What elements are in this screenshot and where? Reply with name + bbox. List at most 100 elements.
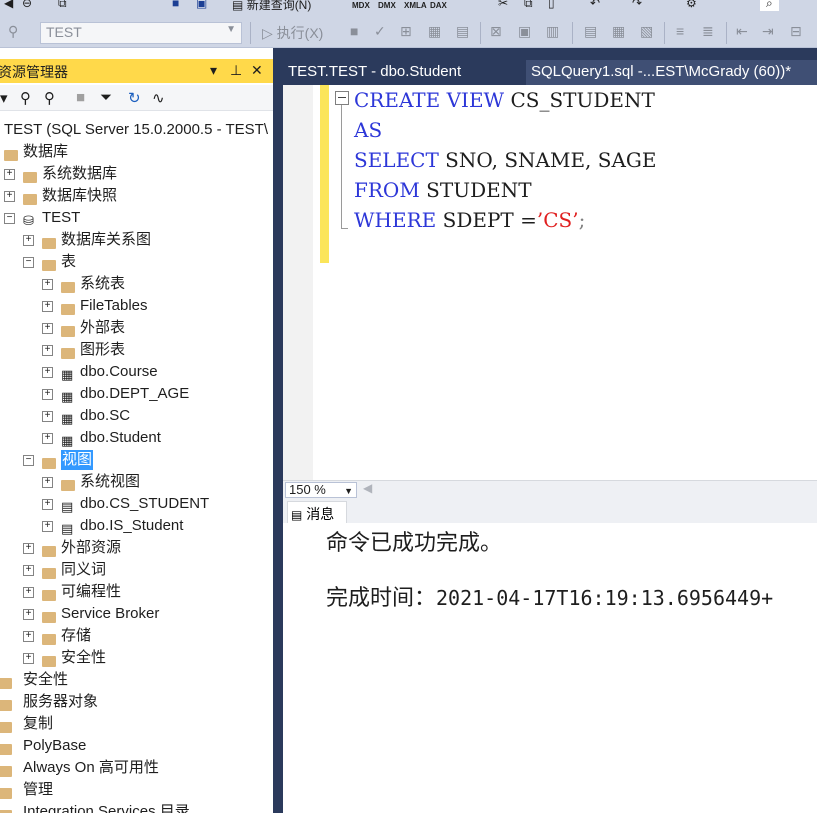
new-query-button[interactable]: ▤ 新建查询(N) — [232, 0, 311, 13]
tree-node[interactable]: + 可编程性 — [0, 582, 273, 604]
scroll-left-icon[interactable]: ◀ — [363, 481, 372, 495]
tree-node[interactable]: + Service Broker — [0, 604, 273, 626]
paste-icon[interactable]: ▯ — [548, 0, 555, 10]
tree-node[interactable]: 复制 — [0, 714, 273, 736]
tree-node[interactable]: − 视图 — [0, 450, 273, 472]
tree-node[interactable]: 管理 — [0, 780, 273, 802]
tree-node[interactable]: + ▦ dbo.Student — [0, 428, 273, 450]
tree-node[interactable]: + ▦ dbo.SC — [0, 406, 273, 428]
tree-node[interactable]: + ▦ dbo.Course — [0, 362, 273, 384]
expand-icon[interactable]: + — [23, 609, 34, 620]
tree-node[interactable]: 安全性 — [0, 670, 273, 692]
tree-node[interactable]: + FileTables — [0, 296, 273, 318]
tree-node[interactable]: TEST (SQL Server 15.0.2000.5 - TEST\ — [0, 120, 273, 142]
expand-icon[interactable]: + — [42, 411, 53, 422]
tree-node[interactable]: Integration Services 目录 — [0, 802, 273, 813]
stop-icon[interactable]: ■ — [350, 23, 358, 39]
uncomment-icon[interactable]: ≣ — [702, 23, 714, 40]
debug-icon[interactable]: ⚙ — [686, 0, 697, 10]
tree-node[interactable]: + 安全性 — [0, 648, 273, 670]
tree-node[interactable]: + ▤ dbo.IS_Student — [0, 516, 273, 538]
expand-icon[interactable]: + — [42, 279, 53, 290]
tree-node[interactable]: + ▦ dbo.DEPT_AGE — [0, 384, 273, 406]
results-grid-icon[interactable]: ▦ — [612, 23, 625, 40]
expand-icon[interactable]: + — [42, 389, 53, 400]
dax-button[interactable]: DAX — [430, 1, 447, 10]
expand-icon[interactable]: + — [42, 301, 53, 312]
actual-plan-icon[interactable]: ▣ — [518, 23, 531, 40]
refresh-icon[interactable]: ↻ — [128, 89, 141, 107]
zoom-dropdown[interactable]: 150 % ▼ — [285, 482, 357, 498]
expand-icon[interactable]: + — [23, 565, 34, 576]
dmx-button[interactable]: DMX — [378, 1, 396, 10]
expand-icon[interactable]: + — [4, 169, 15, 180]
expand-icon[interactable]: + — [42, 521, 53, 532]
expand-icon[interactable]: + — [42, 367, 53, 378]
tree-node[interactable]: PolyBase — [0, 736, 273, 758]
tree-node[interactable]: + 外部资源 — [0, 538, 273, 560]
expand-icon[interactable]: + — [42, 433, 53, 444]
sql-editor[interactable]: CREATE VIEW CS_STUDENT AS SELECT SNO, SN… — [283, 85, 817, 480]
xmla-button[interactable]: XMLA — [404, 1, 427, 10]
tree-node[interactable]: − 表 — [0, 252, 273, 274]
panel-splitter[interactable] — [273, 48, 283, 813]
execute-button[interactable]: ▷ 执行(X) — [258, 22, 327, 44]
tree-node[interactable]: 服务器对象 — [0, 692, 273, 714]
expand-icon[interactable]: + — [23, 631, 34, 642]
expand-icon[interactable]: + — [23, 587, 34, 598]
tree-node[interactable]: + 图形表 — [0, 340, 273, 362]
connect-icon[interactable]: ⚲ — [8, 23, 18, 40]
expand-icon[interactable]: + — [23, 235, 34, 246]
expand-icon[interactable]: + — [4, 191, 15, 202]
tree-node[interactable]: + ▤ dbo.CS_STUDENT — [0, 494, 273, 516]
save-icon[interactable]: ■ — [172, 0, 179, 10]
redo-icon[interactable]: ↷ — [632, 0, 642, 10]
query-options-icon[interactable]: ▤ — [456, 23, 469, 40]
tab-sqlquery1[interactable]: SQLQuery1.sql -...EST\McGrady (60))* — [526, 60, 817, 85]
database-dropdown[interactable]: TEST ▼ — [40, 22, 242, 44]
tree-node[interactable]: + 存储 — [0, 626, 273, 648]
estimated-plan-icon[interactable]: ⊞ — [400, 23, 412, 40]
filter-icon[interactable]: ⏷ — [100, 89, 112, 106]
parse-icon[interactable]: ✓ — [374, 23, 386, 40]
collapse-icon[interactable]: − — [23, 455, 34, 466]
tree-node[interactable]: + 系统视图 — [0, 472, 273, 494]
tree-node[interactable]: + 同义词 — [0, 560, 273, 582]
query-designer-icon[interactable]: ▦ — [428, 23, 441, 40]
connect-dropdown-icon[interactable]: ▾ — [0, 89, 8, 107]
results-text-icon[interactable]: ▤ — [584, 23, 597, 40]
pin-icon[interactable]: ⊥ — [230, 62, 242, 79]
forward-icon[interactable]: ⊖ — [22, 0, 32, 10]
collapse-icon[interactable]: − — [23, 257, 34, 268]
disconnect-icon[interactable]: ⚲ — [44, 89, 55, 107]
collapse-icon[interactable]: − — [4, 213, 15, 224]
expand-icon[interactable]: + — [42, 477, 53, 488]
tree-node[interactable]: + 外部表 — [0, 318, 273, 340]
comment-icon[interactable]: ≡ — [676, 23, 684, 39]
stop-icon[interactable]: ■ — [76, 89, 85, 106]
mdx-button[interactable]: MDX — [352, 1, 370, 10]
expand-icon[interactable]: + — [42, 499, 53, 510]
activity-monitor-icon[interactable]: ∿ — [152, 89, 165, 107]
undo-icon[interactable]: ↶ — [590, 0, 600, 10]
tree-node[interactable]: + 系统数据库 — [0, 164, 273, 186]
tree-node[interactable]: + 数据库快照 — [0, 186, 273, 208]
increase-indent-icon[interactable]: ⇥ — [762, 23, 774, 40]
expand-icon[interactable]: + — [23, 543, 34, 554]
connect-icon[interactable]: ⚲ — [20, 89, 31, 107]
intellisense-icon[interactable]: ⊠ — [490, 23, 502, 40]
tree-node[interactable]: + 系统表 — [0, 274, 273, 296]
copy-icon[interactable]: ⧉ — [524, 0, 533, 11]
close-icon[interactable]: ✕ — [251, 62, 263, 79]
results-file-icon[interactable]: ▧ — [640, 23, 653, 40]
expand-icon[interactable]: + — [23, 653, 34, 664]
tab-table-designer[interactable]: TEST.TEST - dbo.Student — [283, 60, 466, 85]
back-icon[interactable]: ◀ — [4, 0, 13, 10]
tree-node[interactable]: Always On 高可用性 — [0, 758, 273, 780]
tree-node[interactable]: + 数据库关系图 — [0, 230, 273, 252]
expand-icon[interactable]: + — [42, 345, 53, 356]
tree-node[interactable]: 数据库 — [0, 142, 273, 164]
dropdown-icon[interactable]: ▾ — [210, 62, 217, 79]
new-project-icon[interactable]: ⧉ — [58, 0, 67, 11]
client-statistics-icon[interactable]: ▥ — [546, 23, 559, 40]
